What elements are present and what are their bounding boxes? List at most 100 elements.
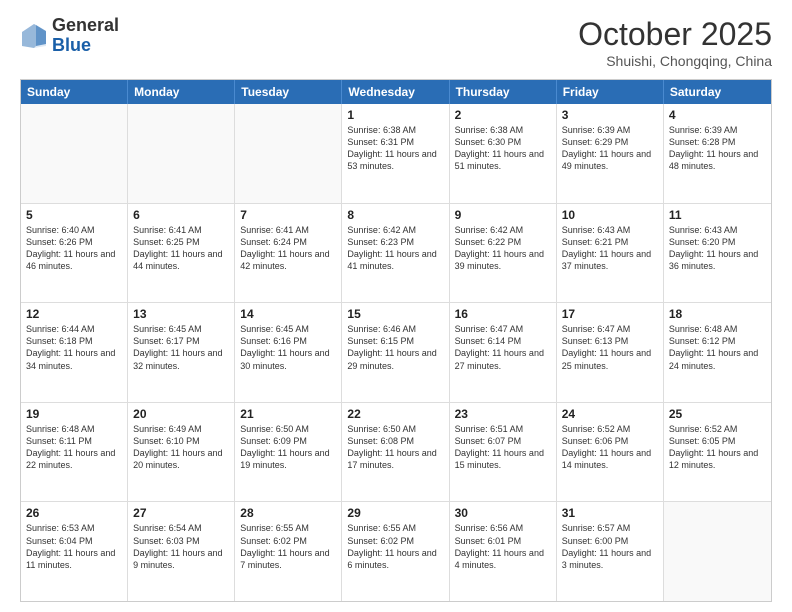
calendar-cell: 17 Sunrise: 6:47 AMSunset: 6:13 PMDayligh… (557, 303, 664, 402)
day-number: 25 (669, 407, 766, 421)
cell-info: Sunrise: 6:42 AMSunset: 6:23 PMDaylight:… (347, 224, 443, 273)
day-number: 11 (669, 208, 766, 222)
cell-info: Sunrise: 6:48 AMSunset: 6:12 PMDaylight:… (669, 323, 766, 372)
calendar-body: 1 Sunrise: 6:38 AMSunset: 6:31 PMDaylight… (21, 104, 771, 601)
month-title: October 2025 (578, 16, 772, 53)
cell-info: Sunrise: 6:46 AMSunset: 6:15 PMDaylight:… (347, 323, 443, 372)
calendar-cell: 6 Sunrise: 6:41 AMSunset: 6:25 PMDaylight… (128, 204, 235, 303)
calendar-cell: 22 Sunrise: 6:50 AMSunset: 6:08 PMDayligh… (342, 403, 449, 502)
calendar-cell: 20 Sunrise: 6:49 AMSunset: 6:10 PMDayligh… (128, 403, 235, 502)
calendar-cell: 26Sunrise: 6:53 AMSunset: 6:04 PMDayligh… (21, 502, 128, 601)
calendar-row-2: 12Sunrise: 6:44 AMSunset: 6:18 PMDayligh… (21, 303, 771, 403)
title-block: October 2025 Shuishi, Chongqing, China (578, 16, 772, 69)
day-number: 2 (455, 108, 551, 122)
cell-info: Sunrise: 6:55 AMSunset: 6:02 PMDaylight:… (347, 522, 443, 571)
cell-info: Sunrise: 6:38 AMSunset: 6:31 PMDaylight:… (347, 124, 443, 173)
calendar-cell: 19Sunrise: 6:48 AMSunset: 6:11 PMDayligh… (21, 403, 128, 502)
cell-info: Sunrise: 6:44 AMSunset: 6:18 PMDaylight:… (26, 323, 122, 372)
day-number: 5 (26, 208, 122, 222)
calendar-cell: 23Sunrise: 6:51 AMSunset: 6:07 PMDayligh… (450, 403, 557, 502)
day-number: 31 (562, 506, 658, 520)
cell-info: Sunrise: 6:48 AMSunset: 6:11 PMDaylight:… (26, 423, 122, 472)
cell-info: Sunrise: 6:41 AMSunset: 6:25 PMDaylight:… (133, 224, 229, 273)
calendar-cell (664, 502, 771, 601)
day-number: 7 (240, 208, 336, 222)
calendar-cell: 15 Sunrise: 6:46 AMSunset: 6:15 PMDayligh… (342, 303, 449, 402)
header-day-thursday: Thursday (450, 80, 557, 104)
header-day-sunday: Sunday (21, 80, 128, 104)
cell-info: Sunrise: 6:55 AMSunset: 6:02 PMDaylight:… (240, 522, 336, 571)
calendar-cell: 2 Sunrise: 6:38 AMSunset: 6:30 PMDaylight… (450, 104, 557, 203)
calendar-cell (235, 104, 342, 203)
day-number: 14 (240, 307, 336, 321)
header-day-friday: Friday (557, 80, 664, 104)
calendar-cell: 3Sunrise: 6:39 AMSunset: 6:29 PMDaylight… (557, 104, 664, 203)
cell-info: Sunrise: 6:51 AMSunset: 6:07 PMDaylight:… (455, 423, 551, 472)
cell-info: Sunrise: 6:50 AMSunset: 6:08 PMDaylight:… (347, 423, 443, 472)
calendar-cell: 18 Sunrise: 6:48 AMSunset: 6:12 PMDayligh… (664, 303, 771, 402)
calendar-cell (21, 104, 128, 203)
day-number: 8 (347, 208, 443, 222)
header-day-monday: Monday (128, 80, 235, 104)
cell-info: Sunrise: 6:42 AMSunset: 6:22 PMDaylight:… (455, 224, 551, 273)
cell-info: Sunrise: 6:53 AMSunset: 6:04 PMDaylight:… (26, 522, 122, 571)
calendar-cell: 29Sunrise: 6:55 AMSunset: 6:02 PMDayligh… (342, 502, 449, 601)
cell-info: Sunrise: 6:49 AMSunset: 6:10 PMDaylight:… (133, 423, 229, 472)
day-number: 20 (133, 407, 229, 421)
cell-info: Sunrise: 6:47 AMSunset: 6:14 PMDaylight:… (455, 323, 551, 372)
cell-info: Sunrise: 6:39 AMSunset: 6:28 PMDaylight:… (669, 124, 766, 173)
day-number: 16 (455, 307, 551, 321)
calendar-cell: 13 Sunrise: 6:45 AMSunset: 6:17 PMDayligh… (128, 303, 235, 402)
cell-info: Sunrise: 6:41 AMSunset: 6:24 PMDaylight:… (240, 224, 336, 273)
calendar-cell: 12Sunrise: 6:44 AMSunset: 6:18 PMDayligh… (21, 303, 128, 402)
day-number: 15 (347, 307, 443, 321)
calendar-cell: 7 Sunrise: 6:41 AMSunset: 6:24 PMDaylight… (235, 204, 342, 303)
day-number: 17 (562, 307, 658, 321)
calendar-header: SundayMondayTuesdayWednesdayThursdayFrid… (21, 80, 771, 104)
calendar-cell: 8 Sunrise: 6:42 AMSunset: 6:23 PMDaylight… (342, 204, 449, 303)
calendar-cell: 21 Sunrise: 6:50 AMSunset: 6:09 PMDayligh… (235, 403, 342, 502)
calendar-cell: 31Sunrise: 6:57 AMSunset: 6:00 PMDayligh… (557, 502, 664, 601)
logo-text: General Blue (52, 16, 119, 56)
day-number: 1 (347, 108, 443, 122)
cell-info: Sunrise: 6:54 AMSunset: 6:03 PMDaylight:… (133, 522, 229, 571)
header-day-saturday: Saturday (664, 80, 771, 104)
calendar-cell: 5Sunrise: 6:40 AMSunset: 6:26 PMDaylight… (21, 204, 128, 303)
calendar-cell: 9 Sunrise: 6:42 AMSunset: 6:22 PMDaylight… (450, 204, 557, 303)
cell-info: Sunrise: 6:43 AMSunset: 6:21 PMDaylight:… (562, 224, 658, 273)
calendar-cell: 25Sunrise: 6:52 AMSunset: 6:05 PMDayligh… (664, 403, 771, 502)
cell-info: Sunrise: 6:47 AMSunset: 6:13 PMDaylight:… (562, 323, 658, 372)
calendar-cell: 11Sunrise: 6:43 AMSunset: 6:20 PMDayligh… (664, 204, 771, 303)
calendar: SundayMondayTuesdayWednesdayThursdayFrid… (20, 79, 772, 602)
logo: General Blue (20, 16, 119, 56)
day-number: 18 (669, 307, 766, 321)
calendar-cell: 14Sunrise: 6:45 AMSunset: 6:16 PMDayligh… (235, 303, 342, 402)
calendar-cell: 24 Sunrise: 6:52 AMSunset: 6:06 PMDayligh… (557, 403, 664, 502)
header-day-wednesday: Wednesday (342, 80, 449, 104)
day-number: 27 (133, 506, 229, 520)
day-number: 9 (455, 208, 551, 222)
day-number: 30 (455, 506, 551, 520)
header: General Blue October 2025 Shuishi, Chong… (20, 16, 772, 69)
calendar-cell: 16 Sunrise: 6:47 AMSunset: 6:14 PMDayligh… (450, 303, 557, 402)
header-day-tuesday: Tuesday (235, 80, 342, 104)
day-number: 13 (133, 307, 229, 321)
day-number: 6 (133, 208, 229, 222)
calendar-cell: 10 Sunrise: 6:43 AMSunset: 6:21 PMDayligh… (557, 204, 664, 303)
cell-info: Sunrise: 6:45 AMSunset: 6:17 PMDaylight:… (133, 323, 229, 372)
day-number: 22 (347, 407, 443, 421)
day-number: 10 (562, 208, 658, 222)
day-number: 21 (240, 407, 336, 421)
day-number: 3 (562, 108, 658, 122)
cell-info: Sunrise: 6:56 AMSunset: 6:01 PMDaylight:… (455, 522, 551, 571)
calendar-cell: 30 Sunrise: 6:56 AMSunset: 6:01 PMDayligh… (450, 502, 557, 601)
cell-info: Sunrise: 6:52 AMSunset: 6:06 PMDaylight:… (562, 423, 658, 472)
day-number: 24 (562, 407, 658, 421)
cell-info: Sunrise: 6:50 AMSunset: 6:09 PMDaylight:… (240, 423, 336, 472)
page: General Blue October 2025 Shuishi, Chong… (0, 0, 792, 612)
calendar-cell: 28Sunrise: 6:55 AMSunset: 6:02 PMDayligh… (235, 502, 342, 601)
cell-info: Sunrise: 6:38 AMSunset: 6:30 PMDaylight:… (455, 124, 551, 173)
day-number: 4 (669, 108, 766, 122)
calendar-row-0: 1 Sunrise: 6:38 AMSunset: 6:31 PMDaylight… (21, 104, 771, 204)
calendar-row-1: 5Sunrise: 6:40 AMSunset: 6:26 PMDaylight… (21, 204, 771, 304)
